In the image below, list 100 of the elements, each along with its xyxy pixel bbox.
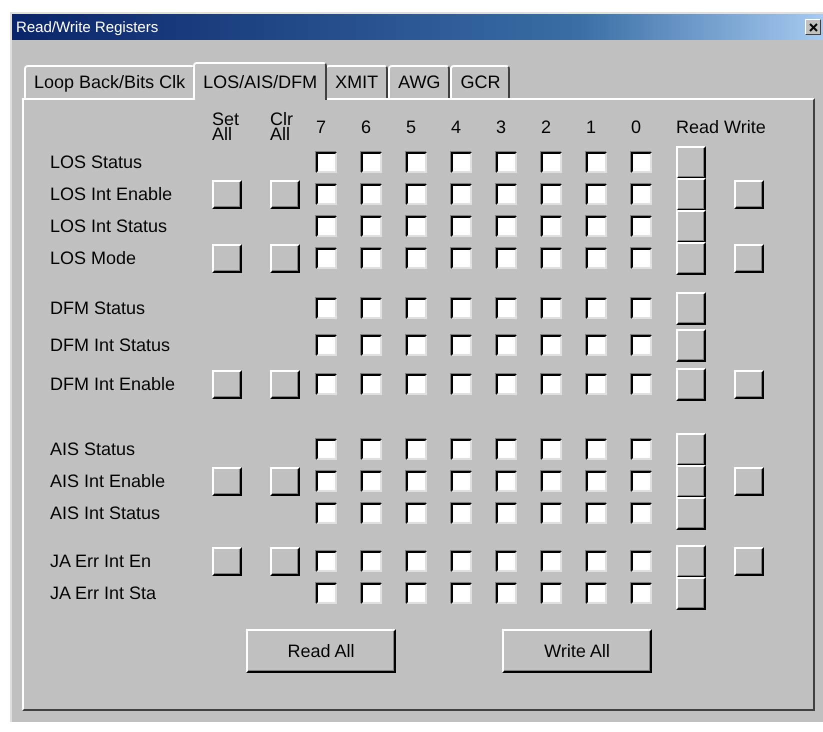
read-button[interactable] — [676, 433, 706, 466]
bit-checkbox[interactable] — [451, 551, 472, 572]
bit-checkbox[interactable] — [631, 184, 652, 205]
clear-all-button[interactable] — [270, 547, 300, 576]
clear-all-button[interactable] — [270, 370, 300, 398]
clear-all-button[interactable] — [270, 180, 300, 209]
bit-checkbox[interactable] — [316, 248, 337, 269]
action-button[interactable]: Read All — [246, 629, 396, 673]
read-button[interactable] — [676, 368, 706, 400]
read-button[interactable] — [676, 328, 706, 362]
bit-checkbox[interactable] — [361, 503, 382, 524]
bit-checkbox[interactable] — [361, 298, 382, 319]
tab[interactable]: AWG — [388, 65, 450, 98]
bit-checkbox[interactable] — [541, 298, 562, 319]
read-button[interactable] — [676, 178, 706, 211]
read-button[interactable] — [676, 242, 706, 275]
bit-checkbox[interactable] — [631, 248, 652, 269]
bit-checkbox[interactable] — [361, 583, 382, 604]
bit-checkbox[interactable] — [361, 334, 382, 356]
bit-checkbox[interactable] — [406, 503, 427, 524]
tab[interactable]: LOS/AIS/DFM — [193, 62, 328, 100]
bit-checkbox[interactable] — [541, 551, 562, 572]
set-all-button[interactable] — [212, 370, 242, 398]
read-button[interactable] — [676, 577, 706, 610]
write-button[interactable] — [734, 244, 764, 273]
bit-checkbox[interactable] — [586, 248, 607, 269]
bit-checkbox[interactable] — [586, 298, 607, 319]
bit-checkbox[interactable] — [406, 551, 427, 572]
bit-checkbox[interactable] — [496, 216, 517, 237]
bit-checkbox[interactable] — [631, 583, 652, 604]
bit-checkbox[interactable] — [496, 248, 517, 269]
bit-checkbox[interactable] — [541, 216, 562, 237]
bit-checkbox[interactable] — [586, 583, 607, 604]
bit-checkbox[interactable] — [586, 184, 607, 205]
bit-checkbox[interactable] — [316, 439, 337, 460]
bit-checkbox[interactable] — [406, 471, 427, 492]
bit-checkbox[interactable] — [361, 471, 382, 492]
bit-checkbox[interactable] — [496, 503, 517, 524]
bit-checkbox[interactable] — [541, 374, 562, 394]
bit-checkbox[interactable] — [451, 334, 472, 356]
bit-checkbox[interactable] — [631, 503, 652, 524]
bit-checkbox[interactable] — [451, 184, 472, 205]
bit-checkbox[interactable] — [496, 152, 517, 173]
set-all-button[interactable] — [212, 180, 242, 209]
bit-checkbox[interactable] — [316, 152, 337, 173]
bit-checkbox[interactable] — [541, 334, 562, 356]
bit-checkbox[interactable] — [631, 374, 652, 394]
close-button[interactable] — [805, 19, 821, 35]
bit-checkbox[interactable] — [496, 334, 517, 356]
clear-all-button[interactable] — [270, 467, 300, 496]
bit-checkbox[interactable] — [631, 551, 652, 572]
action-button[interactable]: Write All — [502, 629, 652, 673]
bit-checkbox[interactable] — [631, 334, 652, 356]
bit-checkbox[interactable] — [451, 583, 472, 604]
bit-checkbox[interactable] — [496, 583, 517, 604]
bit-checkbox[interactable] — [631, 216, 652, 237]
clear-all-button[interactable] — [270, 244, 300, 273]
bit-checkbox[interactable] — [631, 471, 652, 492]
bit-checkbox[interactable] — [451, 439, 472, 460]
bit-checkbox[interactable] — [496, 184, 517, 205]
bit-checkbox[interactable] — [316, 551, 337, 572]
bit-checkbox[interactable] — [451, 216, 472, 237]
bit-checkbox[interactable] — [316, 374, 337, 394]
read-button[interactable] — [676, 465, 706, 498]
bit-checkbox[interactable] — [361, 551, 382, 572]
bit-checkbox[interactable] — [541, 184, 562, 205]
write-button[interactable] — [734, 467, 764, 496]
read-button[interactable] — [676, 210, 706, 243]
bit-checkbox[interactable] — [316, 334, 337, 356]
bit-checkbox[interactable] — [451, 374, 472, 394]
bit-checkbox[interactable] — [451, 298, 472, 319]
bit-checkbox[interactable] — [451, 152, 472, 173]
bit-checkbox[interactable] — [361, 374, 382, 394]
bit-checkbox[interactable] — [586, 439, 607, 460]
bit-checkbox[interactable] — [541, 503, 562, 524]
write-button[interactable] — [734, 180, 764, 209]
set-all-button[interactable] — [212, 547, 242, 576]
read-button[interactable] — [676, 292, 706, 325]
bit-checkbox[interactable] — [451, 503, 472, 524]
bit-checkbox[interactable] — [361, 216, 382, 237]
bit-checkbox[interactable] — [586, 374, 607, 394]
bit-checkbox[interactable] — [316, 471, 337, 492]
bit-checkbox[interactable] — [541, 248, 562, 269]
read-button[interactable] — [676, 545, 706, 578]
bit-checkbox[interactable] — [496, 439, 517, 460]
bit-checkbox[interactable] — [631, 298, 652, 319]
bit-checkbox[interactable] — [586, 551, 607, 572]
bit-checkbox[interactable] — [361, 152, 382, 173]
bit-checkbox[interactable] — [496, 298, 517, 319]
bit-checkbox[interactable] — [586, 471, 607, 492]
bit-checkbox[interactable] — [316, 216, 337, 237]
bit-checkbox[interactable] — [541, 583, 562, 604]
read-button[interactable] — [676, 146, 706, 179]
read-button[interactable] — [676, 497, 706, 530]
bit-checkbox[interactable] — [316, 298, 337, 319]
bit-checkbox[interactable] — [631, 152, 652, 173]
bit-checkbox[interactable] — [631, 439, 652, 460]
bit-checkbox[interactable] — [496, 551, 517, 572]
bit-checkbox[interactable] — [406, 334, 427, 356]
bit-checkbox[interactable] — [586, 334, 607, 356]
